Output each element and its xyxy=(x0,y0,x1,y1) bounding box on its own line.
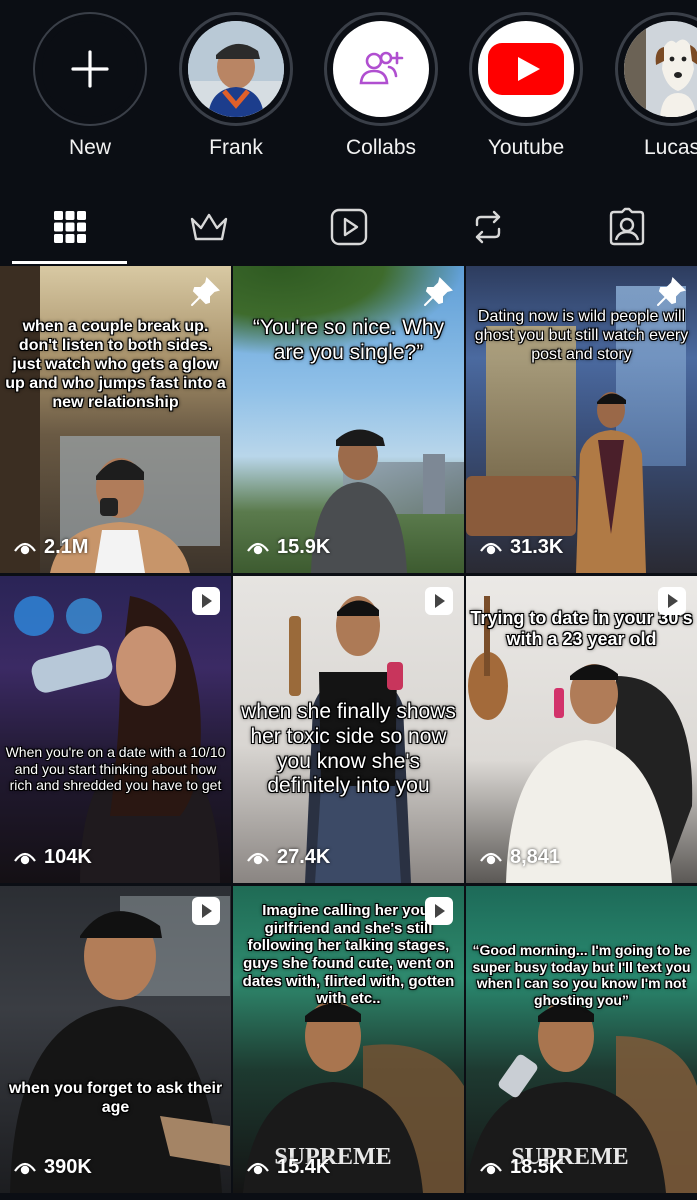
reel-icon xyxy=(657,586,687,621)
view-count-label: 18.5K xyxy=(510,1156,564,1178)
highlight-ring[interactable] xyxy=(469,12,583,126)
view-count: 104K xyxy=(14,846,92,869)
highlight-new-ring[interactable] xyxy=(33,12,147,126)
reel-icon xyxy=(191,896,221,931)
view-count-label: 27.4K xyxy=(277,846,331,868)
tab-reels[interactable] xyxy=(279,190,418,264)
post-caption: “You're so nice. Why are you single?” xyxy=(252,316,445,364)
view-count-label: 15.9K xyxy=(277,536,331,558)
post-caption: When you're on a date with a 10/10 and y… xyxy=(5,744,226,794)
view-count-label: 104K xyxy=(44,846,92,868)
dog-photo xyxy=(624,21,697,117)
reel-icon xyxy=(424,586,454,621)
post-thumbnail xyxy=(0,576,231,883)
tab-subscriptions[interactable] xyxy=(139,190,278,264)
post-caption: when a couple break up. don't listen to … xyxy=(5,318,226,411)
post-tile[interactable]: “You're so nice. Why are you single?” 15… xyxy=(233,266,464,573)
crown-icon xyxy=(189,211,229,243)
eye-icon xyxy=(480,542,502,554)
post-tile[interactable]: Trying to date in your 30's with a 23 ye… xyxy=(466,576,697,883)
view-count: 18.5K xyxy=(480,1156,563,1179)
profile-tabs xyxy=(0,190,697,264)
highlight-label: Frank xyxy=(209,136,263,159)
eye-icon xyxy=(247,852,269,864)
view-count-label: 8,841 xyxy=(510,846,561,868)
post-thumbnail: SUPREME xyxy=(466,886,697,1193)
post-tile[interactable]: SUPREME “Good morning... I'm going to be… xyxy=(466,886,697,1193)
highlight-ring[interactable] xyxy=(324,12,438,126)
view-count-label: 2.1M xyxy=(44,536,89,558)
plus-icon xyxy=(42,21,138,117)
highlight-ring[interactable] xyxy=(179,12,293,126)
view-count-label: 390K xyxy=(44,1156,92,1178)
eye-icon xyxy=(14,1162,36,1174)
reel-icon xyxy=(424,896,454,931)
highlight-label: Collabs xyxy=(345,136,417,159)
eye-icon xyxy=(14,542,36,554)
highlight-lucas[interactable]: Lucas xyxy=(614,12,697,160)
post-tile[interactable]: when you forget to ask their age 390K xyxy=(0,886,231,1193)
add-people-icon xyxy=(333,21,429,117)
post-tile[interactable]: SUPREME Imagine calling her your girlfri… xyxy=(233,886,464,1193)
post-tile[interactable]: Dating now is wild people will ghost you… xyxy=(466,266,697,573)
view-count-label: 15.4K xyxy=(277,1156,331,1178)
highlight-frank[interactable]: Frank xyxy=(178,12,294,160)
view-count: 8,841 xyxy=(480,846,560,869)
highlight-label: Lucas xyxy=(643,136,697,159)
reels-icon xyxy=(330,208,368,246)
view-count: 2.1M xyxy=(14,536,88,559)
pin-icon xyxy=(655,276,687,313)
eye-icon xyxy=(480,852,502,864)
post-thumbnail xyxy=(0,886,231,1193)
reel-icon xyxy=(191,586,221,621)
story-highlights: New Frank Collabs Youtube Lucas xyxy=(0,0,697,190)
highlight-youtube[interactable]: Youtube xyxy=(468,12,584,160)
highlight-ring[interactable] xyxy=(615,12,697,126)
tab-reposts[interactable] xyxy=(418,190,557,264)
post-caption: when she finally shows her toxic side so… xyxy=(241,700,456,798)
post-caption: when you forget to ask their age xyxy=(8,1080,223,1116)
view-count-label: 31.3K xyxy=(510,536,564,558)
eye-icon xyxy=(14,852,36,864)
view-count: 31.3K xyxy=(480,536,563,559)
view-count: 15.4K xyxy=(247,1156,330,1179)
highlight-label: New xyxy=(68,136,111,159)
post-tile[interactable]: when she finally shows her toxic side so… xyxy=(233,576,464,883)
view-count: 15.9K xyxy=(247,536,330,559)
tab-grid[interactable] xyxy=(0,190,139,264)
highlight-new[interactable]: New xyxy=(32,12,148,160)
youtube-icon xyxy=(478,21,574,117)
highlight-label: Youtube xyxy=(487,136,565,159)
repost-icon xyxy=(471,208,505,246)
eye-icon xyxy=(480,1162,502,1174)
eye-icon xyxy=(247,542,269,554)
post-caption: Dating now is wild people will ghost you… xyxy=(474,308,689,363)
pin-icon xyxy=(422,276,454,313)
tagged-icon xyxy=(607,207,647,247)
post-tile[interactable]: When you're on a date with a 10/10 and y… xyxy=(0,576,231,883)
highlight-collabs[interactable]: Collabs xyxy=(323,12,439,160)
posts-grid: when a couple break up. don't listen to … xyxy=(0,266,697,1200)
grid-icon xyxy=(53,210,87,244)
eye-icon xyxy=(247,1162,269,1174)
post-caption: “Good morning... I'm going to be super b… xyxy=(472,942,691,1008)
view-count: 27.4K xyxy=(247,846,330,869)
pin-icon xyxy=(189,276,221,313)
tab-tagged[interactable] xyxy=(558,190,697,264)
view-count: 390K xyxy=(14,1156,92,1179)
post-tile[interactable]: when a couple break up. don't listen to … xyxy=(0,266,231,573)
profile-photo xyxy=(188,21,284,117)
